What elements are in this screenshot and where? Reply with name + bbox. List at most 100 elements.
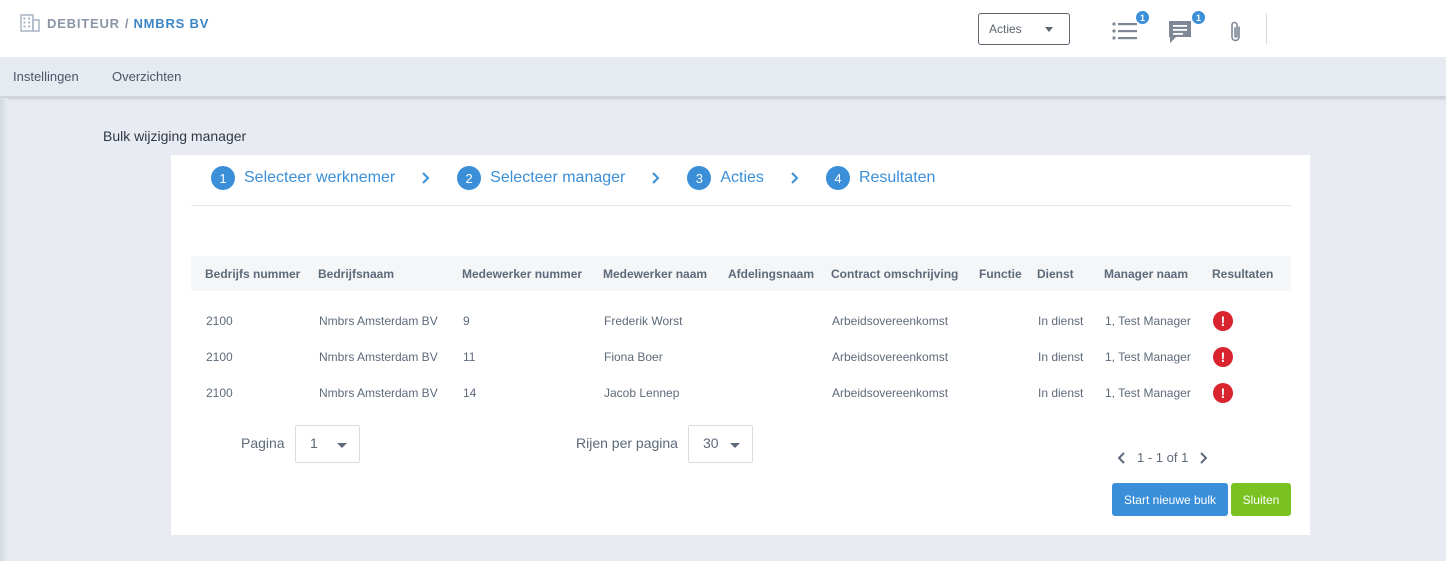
step-number: 3 xyxy=(687,166,712,190)
step-number: 4 xyxy=(825,166,850,190)
actions-dropdown-label: Acties xyxy=(989,22,1022,36)
cell-service: In dienst xyxy=(1038,386,1084,400)
side-shadow xyxy=(0,98,8,561)
column-header[interactable]: Bedrijfsnaam xyxy=(304,256,448,291)
step-number: 2 xyxy=(457,166,482,190)
nav-item-overzichten[interactable]: Overzichten xyxy=(112,69,181,84)
rows-per-page-label: Rijen per pagina xyxy=(576,435,678,451)
actions-dropdown[interactable]: Acties xyxy=(978,13,1070,45)
page-label: Pagina xyxy=(241,435,285,451)
cell-company-no: 2100 xyxy=(206,314,233,328)
chevron-down-icon xyxy=(337,443,347,448)
rows-per-page-value: 30 xyxy=(703,435,719,451)
cell-employee-no: 11 xyxy=(463,350,476,364)
step-number: 1 xyxy=(211,166,235,190)
cell-function xyxy=(965,375,1023,411)
tasks-button[interactable]: 1 xyxy=(1112,10,1150,42)
table-header-row: Bedrijfs nummer Bedrijfsnaam Medewerker … xyxy=(191,256,1291,291)
step-actions[interactable]: 3 Acties xyxy=(687,166,764,190)
cell-service: In dienst xyxy=(1038,350,1084,364)
cell-result: ! xyxy=(1198,339,1291,375)
page-select-value: 1 xyxy=(310,435,318,451)
messages-button[interactable]: 1 xyxy=(1168,10,1206,44)
step-select-manager[interactable]: 2 Selecteer manager xyxy=(457,166,625,190)
rows-per-page-select[interactable]: 30 xyxy=(688,425,753,463)
header-divider xyxy=(1266,13,1267,44)
cell-employee-name: Fiona Boer xyxy=(604,350,663,364)
building-icon xyxy=(20,14,40,32)
cell-contract: Arbeidsovereenkomst xyxy=(832,314,949,328)
wizard-card: 1 Selecteer werknemer 2 Selecteer manage… xyxy=(171,155,1310,535)
paperclip-icon xyxy=(1231,21,1240,42)
cell-department xyxy=(714,291,817,339)
cell-function xyxy=(965,291,1023,339)
cell-company-name: Nmbrs Amsterdam BV xyxy=(319,386,438,400)
column-header[interactable]: Contract omschrijving xyxy=(817,256,965,291)
column-header[interactable]: Dienst xyxy=(1023,256,1090,291)
table-row[interactable]: 2100 Nmbrs Amsterdam BV 11 Fiona Boer Ar… xyxy=(191,339,1291,375)
page-title: Bulk wijziging manager xyxy=(103,128,247,144)
cell-manager: 1, Test Manager xyxy=(1105,314,1191,328)
attachments-button[interactable] xyxy=(1228,20,1244,44)
cell-company-name: Nmbrs Amsterdam BV xyxy=(319,350,438,364)
table-row[interactable]: 2100 Nmbrs Amsterdam BV 9 Frederik Worst… xyxy=(191,291,1291,339)
step-label: Selecteer manager xyxy=(490,169,626,186)
chevron-down-icon xyxy=(730,443,740,448)
results-table: Bedrijfs nummer Bedrijfsnaam Medewerker … xyxy=(191,256,1291,411)
step-select-employee[interactable]: 1 Selecteer werknemer xyxy=(211,166,395,190)
tasks-badge: 1 xyxy=(1135,10,1150,25)
table-row[interactable]: 2100 Nmbrs Amsterdam BV 14 Jacob Lennep … xyxy=(191,375,1291,411)
cell-contract: Arbeidsovereenkomst xyxy=(832,350,949,364)
start-new-bulk-button[interactable]: Start nieuwe bulk xyxy=(1112,483,1228,516)
step-label: Selecteer werknemer xyxy=(244,169,396,186)
chevron-down-icon xyxy=(1045,27,1053,32)
column-header[interactable]: Functie xyxy=(965,256,1023,291)
pager: 1 - 1 of 1 xyxy=(1117,450,1208,465)
step-label: Acties xyxy=(720,169,764,186)
chevron-left-icon[interactable] xyxy=(1117,451,1127,465)
breadcrumb: DEBITEUR / NMBRS BV xyxy=(20,14,209,32)
cell-employee-no: 14 xyxy=(463,386,477,400)
cell-result: ! xyxy=(1198,375,1291,411)
breadcrumb-root[interactable]: DEBITEUR xyxy=(47,16,120,31)
cell-function xyxy=(965,339,1023,375)
column-header[interactable]: Medewerker naam xyxy=(589,256,714,291)
cell-manager: 1, Test Manager xyxy=(1105,350,1191,364)
column-header[interactable]: Afdelingsnaam xyxy=(714,256,817,291)
cell-employee-no: 9 xyxy=(463,314,470,328)
steps-divider xyxy=(191,205,1291,206)
error-icon[interactable]: ! xyxy=(1213,347,1233,367)
cell-manager: 1, Test Manager xyxy=(1105,386,1191,400)
chevron-right-icon[interactable] xyxy=(1198,451,1208,465)
pager-range: 1 - 1 of 1 xyxy=(1137,450,1189,465)
column-header[interactable]: Manager naam xyxy=(1090,256,1198,291)
cell-employee-name: Jacob Lennep xyxy=(604,386,680,400)
breadcrumb-separator: / xyxy=(124,15,129,31)
column-header[interactable]: Medewerker nummer xyxy=(448,256,589,291)
cell-employee-name: Frederik Worst xyxy=(604,314,683,328)
breadcrumb-company[interactable]: NMBRS BV xyxy=(133,16,209,31)
cell-department xyxy=(714,375,817,411)
cell-company-name: Nmbrs Amsterdam BV xyxy=(319,314,438,328)
page-select[interactable]: 1 xyxy=(295,425,360,463)
task-list-icon xyxy=(1112,22,1137,40)
wizard-steps: 1 Selecteer werknemer 2 Selecteer manage… xyxy=(211,166,935,190)
step-results[interactable]: 4 Resultaten xyxy=(825,166,935,190)
column-header[interactable]: Bedrijfs nummer xyxy=(191,256,304,291)
cell-company-no: 2100 xyxy=(206,386,233,400)
error-icon[interactable]: ! xyxy=(1213,311,1233,331)
cell-department xyxy=(714,339,817,375)
top-bar: DEBITEUR / NMBRS BV Acties 1 1 xyxy=(0,0,1446,57)
close-button[interactable]: Sluiten xyxy=(1231,483,1291,516)
error-icon[interactable]: ! xyxy=(1213,383,1233,403)
chevron-right-icon xyxy=(652,172,660,184)
chevron-right-icon xyxy=(791,172,799,184)
chat-icon xyxy=(1169,21,1191,43)
secondary-nav: Instellingen Overzichten xyxy=(0,57,1446,97)
messages-badge: 1 xyxy=(1191,10,1206,25)
column-header[interactable]: Resultaten xyxy=(1198,256,1291,291)
nav-item-instellingen[interactable]: Instellingen xyxy=(13,69,79,84)
cell-result: ! xyxy=(1198,291,1291,339)
cell-company-no: 2100 xyxy=(206,350,233,364)
cell-service: In dienst xyxy=(1038,314,1084,328)
